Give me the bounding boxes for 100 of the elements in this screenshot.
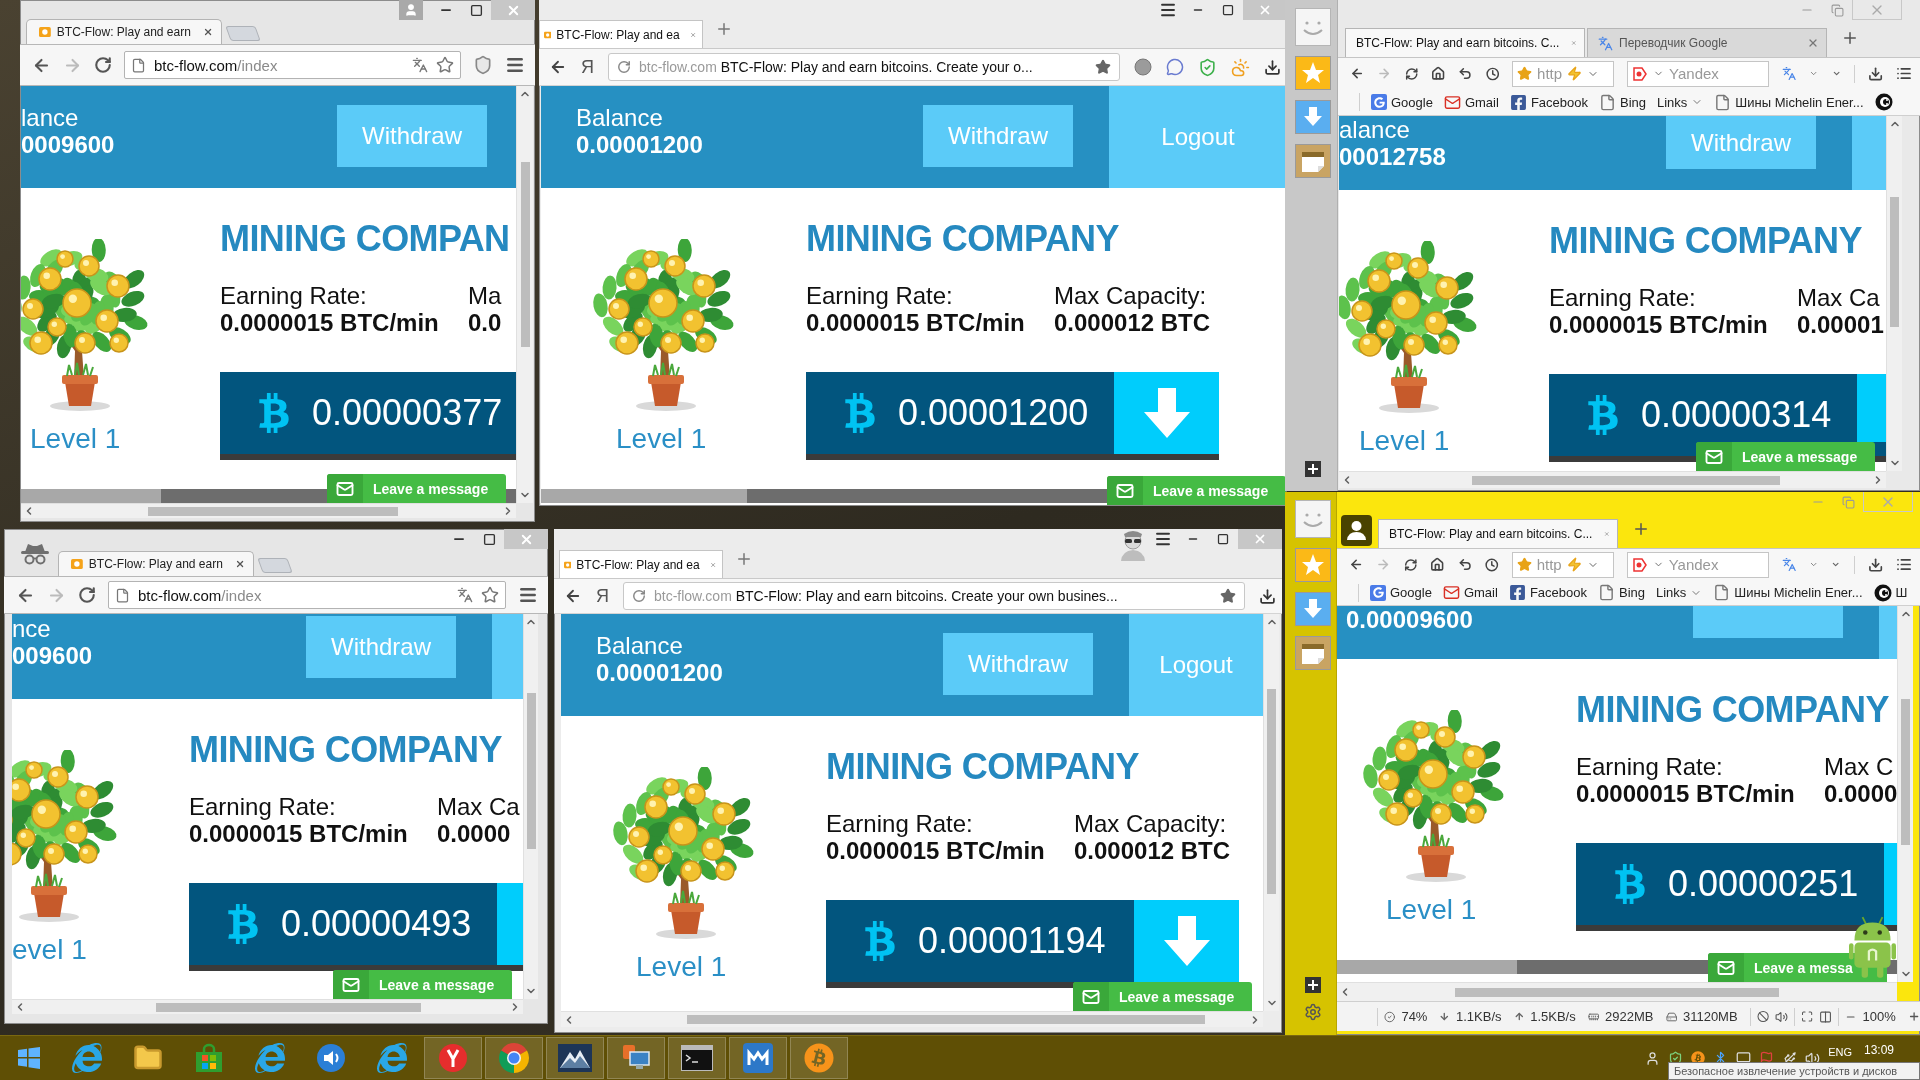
profile-button[interactable] bbox=[399, 0, 423, 20]
clock-icon[interactable] bbox=[1485, 65, 1500, 82]
scrollbar-thumb[interactable] bbox=[1901, 699, 1910, 845]
undo-icon[interactable] bbox=[1457, 556, 1473, 573]
translate-icon[interactable] bbox=[412, 57, 428, 73]
bookmark[interactable]: Links bbox=[1657, 94, 1704, 110]
bookmark[interactable]: Ш bbox=[1873, 583, 1908, 602]
menu-icon[interactable] bbox=[505, 55, 525, 75]
home-icon[interactable] bbox=[1431, 65, 1446, 82]
start-button[interactable] bbox=[17, 1046, 41, 1070]
star-icon[interactable] bbox=[1516, 557, 1532, 572]
browser-tab[interactable]: BTC-Flow: Play and earn bbox=[58, 551, 254, 576]
bookmark[interactable]: Шины Michelin Ener... bbox=[1714, 93, 1864, 111]
download-icon[interactable] bbox=[1264, 58, 1281, 76]
scrollbar-thumb[interactable] bbox=[526, 693, 536, 849]
taskbar-button[interactable] bbox=[668, 1037, 726, 1079]
star-icon[interactable] bbox=[1220, 588, 1236, 604]
maximize-icon[interactable] bbox=[482, 532, 496, 546]
scrollbar-thumb[interactable] bbox=[1472, 475, 1780, 485]
reload-icon[interactable] bbox=[94, 56, 112, 74]
bookmark[interactable] bbox=[1874, 93, 1893, 111]
bookmark[interactable]: Gmail bbox=[1442, 584, 1498, 601]
bookmark[interactable]: Google bbox=[1370, 584, 1432, 601]
maximize-icon[interactable] bbox=[1217, 533, 1229, 545]
browser-tab[interactable]: BTC-Flow: Play and ea bbox=[539, 20, 703, 48]
menu-icon[interactable] bbox=[1159, 1, 1177, 19]
browser-tab[interactable]: BTC-Flow: Play and earn bbox=[26, 19, 222, 44]
translate-icon[interactable] bbox=[1782, 65, 1797, 82]
home-button[interactable]: Я bbox=[581, 56, 594, 78]
translate-icon[interactable] bbox=[1781, 556, 1797, 573]
zoom-in-icon[interactable] bbox=[1907, 1009, 1920, 1024]
star-icon[interactable] bbox=[481, 586, 499, 604]
fullscreen-icon[interactable] bbox=[1800, 1009, 1814, 1024]
download-icon[interactable] bbox=[1259, 587, 1276, 605]
new-tab-icon[interactable] bbox=[735, 550, 753, 568]
clock-icon[interactable] bbox=[1485, 556, 1499, 573]
refresh-icon[interactable] bbox=[1403, 556, 1418, 573]
reload-icon[interactable] bbox=[78, 586, 96, 604]
home-icon[interactable] bbox=[1430, 556, 1445, 573]
note-icon[interactable] bbox=[1294, 636, 1331, 670]
settings-icon[interactable] bbox=[1303, 1003, 1322, 1021]
close-tab-icon[interactable] bbox=[234, 558, 245, 570]
note-icon[interactable] bbox=[1295, 144, 1331, 178]
new-tab-icon[interactable] bbox=[1632, 520, 1650, 538]
address-field[interactable]: btc-flow.com BTC-Flow: Play and earn bitcoins. Create your own busines... bbox=[623, 582, 1245, 610]
taskbar-button[interactable] bbox=[546, 1037, 604, 1079]
address-field[interactable]: btc-flow.com/index bbox=[124, 51, 461, 79]
restore-icon[interactable] bbox=[1830, 3, 1844, 17]
maximize-icon[interactable] bbox=[1222, 4, 1234, 16]
star-icon[interactable] bbox=[1095, 59, 1111, 75]
bookmark[interactable]: Bing bbox=[1598, 93, 1646, 111]
maximize-icon[interactable] bbox=[469, 3, 483, 17]
address-field[interactable]: btc-flow.com/index bbox=[108, 581, 506, 609]
language-indicator[interactable]: ENG bbox=[1828, 1046, 1852, 1058]
bookmark[interactable]: Facebook bbox=[1509, 93, 1588, 111]
clock[interactable]: 13:09 bbox=[1863, 1043, 1894, 1057]
bookmark[interactable]: Gmail bbox=[1443, 93, 1499, 111]
scrollbar-thumb[interactable] bbox=[1890, 197, 1899, 327]
menu-icon[interactable] bbox=[1154, 530, 1172, 548]
menu-icon[interactable] bbox=[518, 585, 538, 605]
new-tab-icon[interactable] bbox=[1841, 29, 1859, 47]
shield-icon[interactable] bbox=[473, 55, 493, 75]
scrollbar-thumb[interactable] bbox=[520, 162, 530, 347]
translate-icon[interactable] bbox=[457, 587, 473, 603]
columns-icon[interactable] bbox=[1819, 1008, 1833, 1025]
blocked-icon[interactable] bbox=[1756, 1009, 1769, 1024]
chat-bubble-icon[interactable] bbox=[1166, 58, 1184, 76]
reload-icon[interactable] bbox=[632, 589, 646, 603]
bookmark[interactable]: Bing bbox=[1597, 584, 1645, 601]
back-icon[interactable] bbox=[549, 58, 567, 76]
close-tab-icon[interactable] bbox=[202, 26, 213, 38]
close-tab-icon[interactable] bbox=[1807, 37, 1819, 49]
plus-icon[interactable] bbox=[1304, 977, 1321, 993]
bookmark[interactable]: Шины Michelin Ener... bbox=[1713, 584, 1863, 601]
back-icon[interactable] bbox=[564, 587, 582, 605]
star-icon[interactable] bbox=[436, 56, 454, 74]
scrollbar-thumb[interactable] bbox=[1455, 987, 1779, 997]
star-icon[interactable] bbox=[1517, 66, 1533, 81]
bookmark[interactable]: Facebook bbox=[1508, 584, 1587, 601]
plus-icon[interactable] bbox=[1305, 461, 1321, 477]
address-field[interactable]: btc-flow.com BTC-Flow: Play and earn bitcoins. Create your o... bbox=[608, 53, 1120, 81]
browser-tab[interactable]: Переводчик Google bbox=[1587, 28, 1827, 57]
scrollbar-thumb[interactable] bbox=[687, 1015, 1205, 1024]
scrollbar-thumb[interactable] bbox=[148, 506, 398, 516]
refresh-icon[interactable] bbox=[1404, 65, 1419, 82]
browser-tab[interactable]: BTC-Flow: Play and earn bitcoins. C... bbox=[1345, 28, 1585, 57]
user-icon[interactable] bbox=[1645, 1050, 1661, 1066]
taskbar-button[interactable] bbox=[729, 1037, 787, 1079]
browser-tab[interactable]: BTC-Flow: Play and ea bbox=[559, 550, 723, 578]
shield-check-icon[interactable] bbox=[1198, 57, 1217, 77]
undo-icon[interactable] bbox=[1458, 65, 1473, 82]
scrollbar-thumb[interactable] bbox=[1267, 689, 1276, 894]
taskbar-button[interactable] bbox=[424, 1037, 482, 1079]
circle-icon[interactable] bbox=[1134, 58, 1152, 76]
scrollbar-thumb[interactable] bbox=[156, 1002, 421, 1012]
home-button[interactable]: Я bbox=[596, 585, 609, 607]
download-icon[interactable] bbox=[1867, 555, 1883, 574]
browser-tab[interactable]: BTC-Flow: Play and earn bitcoins. C... bbox=[1378, 519, 1618, 548]
reload-icon[interactable] bbox=[617, 60, 631, 74]
new-tab-icon[interactable] bbox=[715, 20, 733, 38]
